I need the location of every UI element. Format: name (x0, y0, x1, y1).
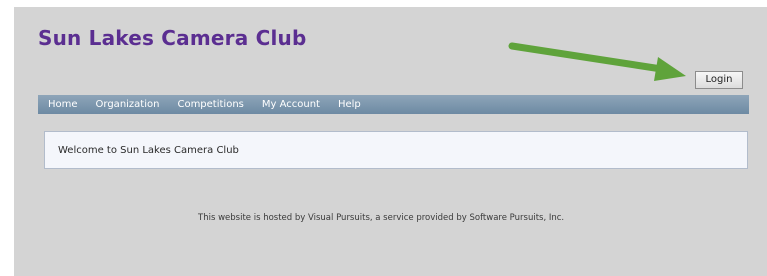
nav-item-organization[interactable]: Organization (96, 99, 160, 110)
site-title: Sun Lakes Camera Club (38, 26, 307, 50)
welcome-message: Welcome to Sun Lakes Camera Club (58, 144, 239, 156)
arrow-pointing-right-icon (508, 42, 686, 81)
nav-item-help[interactable]: Help (338, 99, 361, 110)
nav-item-my-account[interactable]: My Account (262, 99, 320, 110)
main-nav-bar: Home Organization Competitions My Accoun… (38, 95, 749, 114)
nav-item-competitions[interactable]: Competitions (177, 99, 243, 110)
nav-item-home[interactable]: Home (48, 99, 78, 110)
welcome-panel: Welcome to Sun Lakes Camera Club (44, 131, 748, 169)
login-button[interactable]: Login (695, 71, 743, 89)
footer-hosting-notice: This website is hosted by Visual Pursuit… (198, 213, 565, 223)
